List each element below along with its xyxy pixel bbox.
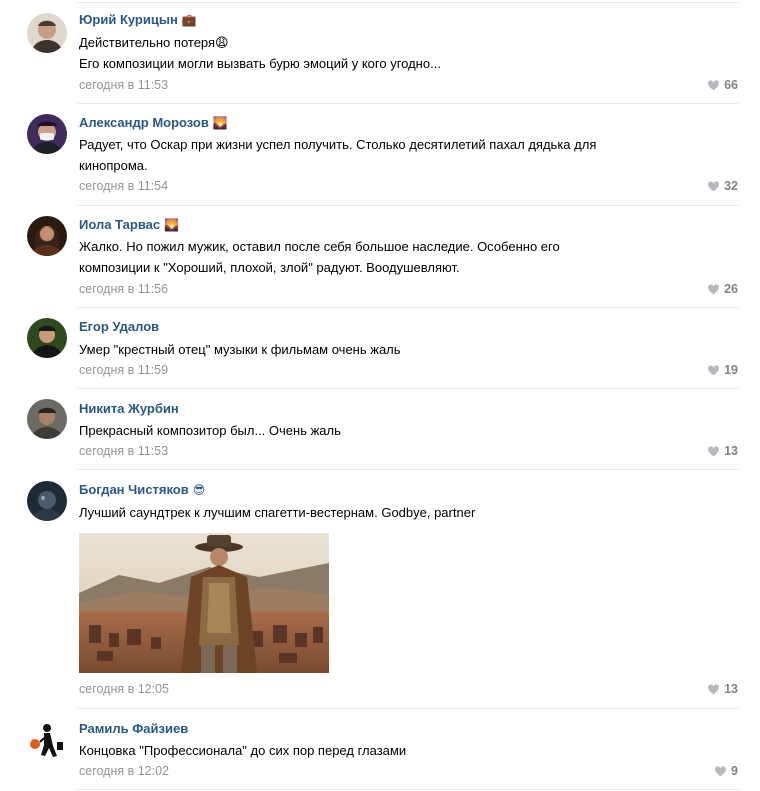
comment-time[interactable]: сегодня в 12:02 bbox=[79, 764, 169, 778]
comments-feed: Юрий Курицын 💼 Действительно потеря😩 Его … bbox=[0, 0, 760, 791]
comment-text: Действительно потеря😩 Его композиции мог… bbox=[79, 35, 441, 71]
author-name[interactable]: Юрий Курицын 💼 bbox=[79, 12, 197, 27]
heart-icon bbox=[708, 365, 720, 376]
heart-icon bbox=[708, 181, 720, 192]
sunglasses-icon: 😎 bbox=[192, 483, 206, 497]
heart-icon bbox=[708, 80, 720, 91]
comment-time[interactable]: сегодня в 11:54 bbox=[79, 179, 168, 193]
avatar[interactable] bbox=[27, 318, 67, 358]
author-name[interactable]: Александр Морозов 🌄 bbox=[79, 115, 228, 130]
author-name[interactable]: Богдан Чистяков 😎 bbox=[79, 482, 205, 497]
attached-photo[interactable] bbox=[79, 533, 329, 673]
comment-time[interactable]: сегодня в 11:59 bbox=[79, 363, 168, 377]
separator bbox=[78, 708, 738, 709]
heart-icon bbox=[715, 766, 726, 777]
comment-time[interactable]: сегодня в 11:53 bbox=[79, 78, 168, 92]
like-button[interactable]: 26 bbox=[707, 282, 738, 296]
heart-icon bbox=[708, 446, 720, 457]
separator bbox=[78, 2, 738, 3]
separator bbox=[78, 103, 738, 104]
comment-text: Лучший саундтрек к лучшим спагетти-весте… bbox=[79, 505, 476, 520]
avatar[interactable] bbox=[27, 720, 67, 760]
like-count: 26 bbox=[724, 282, 738, 296]
separator bbox=[78, 789, 738, 790]
separator bbox=[78, 307, 738, 308]
like-count: 9 bbox=[731, 764, 738, 778]
author-name[interactable]: Иола Тарвас 🌄 bbox=[79, 217, 179, 232]
comment-text: Радует, что Оскар при жизни успел получи… bbox=[79, 137, 597, 173]
comment-time[interactable]: сегодня в 11:53 bbox=[79, 444, 168, 458]
comment-text: Умер "крестный отец" музыки к фильмам оч… bbox=[79, 342, 401, 357]
avatar[interactable] bbox=[27, 481, 67, 521]
avatar[interactable] bbox=[27, 114, 67, 154]
like-count: 32 bbox=[724, 179, 738, 193]
author-name[interactable]: Никита Журбин bbox=[79, 401, 179, 416]
author-name[interactable]: Егор Удалов bbox=[79, 319, 159, 334]
like-count: 19 bbox=[724, 363, 738, 377]
like-button[interactable]: 9 bbox=[714, 764, 738, 778]
heart-icon bbox=[708, 684, 720, 695]
like-button[interactable]: 19 bbox=[707, 363, 738, 377]
avatar[interactable] bbox=[27, 399, 67, 439]
author-name[interactable]: Рамиль Файзиев bbox=[79, 721, 188, 736]
briefcase-icon: 💼 bbox=[181, 13, 197, 27]
like-button[interactable]: 32 bbox=[707, 179, 738, 193]
like-button[interactable]: 66 bbox=[707, 78, 738, 92]
avatar[interactable] bbox=[27, 13, 67, 53]
comment-text: Прекрасный композитор был... Очень жаль bbox=[79, 423, 341, 438]
heart-icon bbox=[708, 284, 720, 295]
separator bbox=[78, 388, 738, 389]
comment-time[interactable]: сегодня в 11:56 bbox=[79, 282, 168, 296]
like-count: 13 bbox=[724, 682, 738, 696]
like-count: 66 bbox=[724, 78, 738, 92]
like-count: 13 bbox=[724, 444, 738, 458]
separator bbox=[78, 205, 738, 206]
separator bbox=[78, 469, 738, 470]
like-button[interactable]: 13 bbox=[707, 682, 738, 696]
avatar[interactable] bbox=[27, 216, 67, 256]
sunrise-icon: 🌄 bbox=[164, 218, 180, 232]
like-button[interactable]: 13 bbox=[707, 444, 738, 458]
comment-text: Концовка "Профессионала" до сих пор пере… bbox=[79, 743, 407, 758]
comment-text: Жалко. Но пожил мужик, оставил после себ… bbox=[79, 239, 560, 275]
sunrise-icon: 🌄 bbox=[212, 116, 228, 130]
comment-time[interactable]: сегодня в 12:05 bbox=[79, 682, 169, 696]
